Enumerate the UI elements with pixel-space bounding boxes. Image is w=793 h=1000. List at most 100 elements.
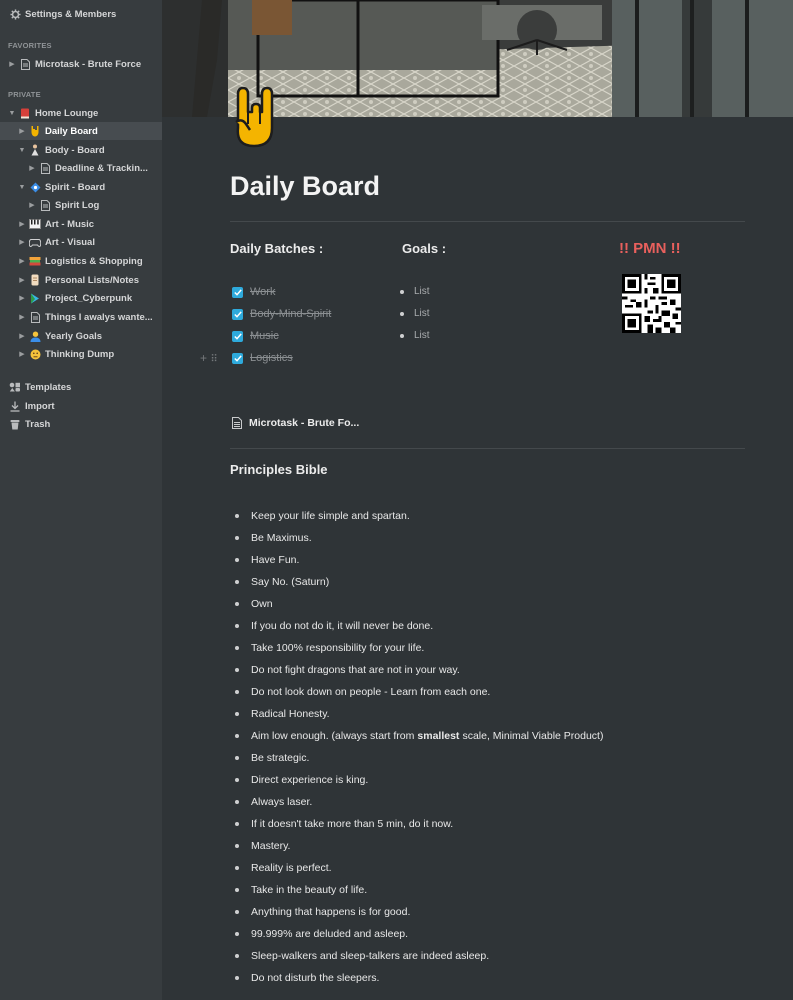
sidebar-item-daily-board[interactable]: ▶ Daily Board (0, 122, 162, 140)
todo-label[interactable]: Music (250, 330, 279, 342)
list-item[interactable]: Do not disturb the sleepers. (230, 967, 603, 989)
chevron-down-icon[interactable]: ▼ (8, 110, 16, 117)
page-title[interactable]: Daily Board (230, 171, 380, 202)
sidebar-item-project-cyberpunk[interactable]: ▶ Project_Cyberpunk (0, 289, 162, 307)
sidebar-item-home-lounge[interactable]: ▼ Home Lounge (0, 104, 162, 122)
sidebar: Settings & Members FAVORITES ▶ Microtask… (0, 0, 162, 1000)
list-item[interactable]: Mastery. (230, 835, 603, 857)
list-item-text: If it doesn't take more than 5 min, do i… (251, 818, 454, 830)
chevron-right-icon[interactable]: ▶ (18, 294, 26, 302)
goal-label[interactable]: List (414, 286, 430, 297)
list-item[interactable]: Say No. (Saturn) (230, 571, 603, 593)
trash-label: Trash (25, 418, 51, 430)
person-icon (29, 144, 41, 156)
chevron-right-icon[interactable]: ▶ (28, 164, 36, 172)
goal-label[interactable]: List (414, 330, 430, 341)
favorite-item-microtask[interactable]: ▶ Microtask - Brute Force (0, 55, 162, 73)
rock-hand-icon[interactable] (230, 86, 278, 152)
list-item[interactable]: Sleep-walkers and sleep-talkers are inde… (230, 945, 603, 967)
page-link-microtask[interactable]: Microtask - Brute Fo... (232, 417, 359, 429)
bold-text-run: smallest (417, 730, 460, 742)
page-icon (39, 199, 51, 211)
chevron-right-icon[interactable]: ▶ (18, 257, 26, 265)
chevron-right-icon[interactable]: ▶ (18, 276, 26, 284)
chevron-right-icon[interactable]: ▶ (28, 201, 36, 209)
sidebar-item-art-music[interactable]: ▶ Art - Music (0, 215, 162, 233)
plus-icon[interactable]: + (200, 351, 207, 365)
chevron-down-icon[interactable]: ▼ (18, 184, 26, 191)
todo-label[interactable]: Logistics (250, 352, 293, 364)
list-item[interactable]: 99.999% are deluded and asleep. (230, 923, 603, 945)
principles-heading[interactable]: Principles Bible (230, 462, 328, 477)
list-item[interactable]: Own (230, 593, 603, 615)
bullet-icon (235, 910, 239, 914)
bullet-icon (235, 558, 239, 562)
sidebar-item-spirit-board[interactable]: ▼ Spirit - Board (0, 178, 162, 196)
list-item[interactable]: Reality is perfect. (230, 857, 603, 879)
block-handle[interactable]: + ⠿ (200, 351, 218, 365)
sidebar-item-logistics-shopping[interactable]: ▶ Logistics & Shopping (0, 252, 162, 270)
chevron-right-icon[interactable]: ▶ (18, 127, 26, 135)
qr-code-image[interactable] (622, 274, 681, 333)
todo-item-work: Work (232, 285, 275, 299)
import-item[interactable]: Import (0, 397, 162, 415)
sidebar-item-deadline-tracking[interactable]: ▶ Deadline & Trackin... (0, 159, 162, 177)
principles-list: Keep your life simple and spartan. Be Ma… (230, 505, 603, 989)
list-item[interactable]: Radical Honesty. (230, 703, 603, 725)
list-item[interactable]: Aim low enough. (always start from smalle… (230, 725, 603, 747)
list-item[interactable]: Direct experience is king. (230, 769, 603, 791)
bullet-icon (235, 536, 239, 540)
todo-label[interactable]: Work (250, 286, 275, 298)
checkbox-checked[interactable] (232, 330, 243, 342)
sidebar-item-label: Logistics & Shopping (45, 255, 143, 267)
trash-item[interactable]: Trash (0, 415, 162, 433)
gamepad-icon (29, 236, 41, 248)
list-item-text: Always laser. (251, 796, 313, 808)
list-item[interactable]: Take in the beauty of life. (230, 879, 603, 901)
list-item[interactable]: Keep your life simple and spartan. (230, 505, 603, 527)
chevron-right-icon[interactable]: ▶ (18, 238, 26, 246)
list-item[interactable]: Have Fun. (230, 549, 603, 571)
list-item[interactable]: Do not look down on people - Learn from … (230, 681, 603, 703)
list-item[interactable]: Do not fight dragons that are not in you… (230, 659, 603, 681)
checkbox-checked[interactable] (232, 352, 243, 364)
chevron-right-icon[interactable]: ▶ (18, 313, 26, 321)
list-item[interactable]: Be strategic. (230, 747, 603, 769)
piano-icon (29, 218, 41, 230)
bullet-icon (235, 844, 239, 848)
goal-item: List (400, 330, 430, 341)
chevron-right-icon[interactable]: ▶ (18, 332, 26, 340)
sidebar-item-yearly-goals[interactable]: ▶ Yearly Goals (0, 327, 162, 345)
person-yellow-icon (29, 330, 41, 342)
bullet-icon (235, 690, 239, 694)
checkbox-checked[interactable] (232, 308, 243, 320)
sidebar-item-personal-lists[interactable]: ▶ Personal Lists/Notes (0, 271, 162, 289)
list-item[interactable]: Be Maximus. (230, 527, 603, 549)
goals-heading[interactable]: Goals : (402, 241, 446, 256)
chevron-down-icon[interactable]: ▼ (18, 147, 26, 154)
list-item[interactable]: Always laser. (230, 791, 603, 813)
goal-item: List (400, 286, 430, 297)
settings-members-item[interactable]: Settings & Members (0, 5, 162, 23)
page-icon (29, 311, 41, 323)
list-item[interactable]: Anything that happens is for good. (230, 901, 603, 923)
todo-label[interactable]: Body-Mind-Spirit (250, 308, 331, 320)
sidebar-item-thinking-dump[interactable]: ▶ Thinking Dump (0, 345, 162, 363)
sidebar-item-spirit-log[interactable]: ▶ Spirit Log (0, 196, 162, 214)
templates-item[interactable]: Templates (0, 378, 162, 396)
sidebar-item-things-wanted[interactable]: ▶ Things I awalys wante... (0, 308, 162, 326)
sidebar-item-art-visual[interactable]: ▶ Art - Visual (0, 233, 162, 251)
list-item[interactable]: If it doesn't take more than 5 min, do i… (230, 813, 603, 835)
daily-batches-heading[interactable]: Daily Batches : (230, 241, 323, 256)
list-item[interactable]: Take 100% responsibility for your life. (230, 637, 603, 659)
list-item-text: Do not fight dragons that are not in you… (251, 664, 460, 676)
checkbox-checked[interactable] (232, 286, 243, 298)
pmn-heading[interactable]: !! PMN !! (619, 240, 681, 257)
chevron-right-icon[interactable]: ▶ (18, 220, 26, 228)
chevron-right-icon[interactable]: ▶ (18, 350, 26, 358)
chevron-right-icon[interactable]: ▶ (8, 60, 16, 68)
list-item[interactable]: If you do not do it, it will never be do… (230, 615, 603, 637)
drag-handle-icon[interactable]: ⠿ (210, 354, 217, 365)
sidebar-item-body-board[interactable]: ▼ Body - Board (0, 141, 162, 159)
goal-label[interactable]: List (414, 308, 430, 319)
